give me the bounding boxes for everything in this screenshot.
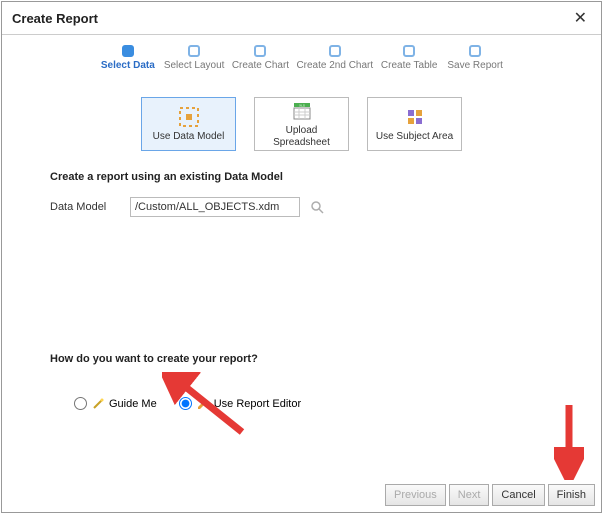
card-use-subject-area[interactable]: Use Subject Area — [367, 97, 462, 151]
data-model-section: Create a report using an existing Data M… — [2, 163, 601, 225]
step-create-table[interactable]: Create Table — [379, 45, 439, 71]
subject-area-icon — [404, 106, 426, 128]
data-model-icon — [178, 106, 200, 128]
dialog-title: Create Report — [12, 11, 98, 26]
dialog-footer: Previous Next Cancel Finish — [385, 484, 595, 506]
pencil-icon — [197, 398, 209, 410]
card-label: Use Data Model — [153, 131, 225, 143]
cancel-button[interactable]: Cancel — [492, 484, 544, 506]
radio-guide-me-input[interactable] — [74, 397, 87, 410]
radio-guide-me[interactable]: Guide Me — [74, 397, 157, 410]
data-model-input[interactable] — [130, 197, 300, 217]
close-icon[interactable]: ✕ — [570, 8, 591, 28]
radio-use-editor[interactable]: Use Report Editor — [179, 397, 301, 410]
data-model-label: Data Model — [50, 201, 120, 213]
svg-text:XLS: XLS — [299, 103, 305, 107]
card-upload-spreadsheet[interactable]: XLS Upload Spreadsheet — [254, 97, 349, 151]
next-button[interactable]: Next — [449, 484, 490, 506]
wand-icon — [92, 398, 104, 410]
spreadsheet-icon: XLS — [291, 100, 313, 122]
card-use-data-model[interactable]: Use Data Model — [141, 97, 236, 151]
source-cards: Use Data Model XLS Upload Spreadsheet Us… — [2, 79, 601, 163]
data-model-row: Data Model — [50, 197, 553, 217]
create-report-dialog: Create Report ✕ Select Data Select Layou… — [1, 1, 602, 513]
radio-label: Guide Me — [109, 398, 157, 410]
search-icon[interactable] — [310, 200, 324, 214]
finish-button[interactable]: Finish — [548, 484, 595, 506]
previous-button[interactable]: Previous — [385, 484, 446, 506]
step-select-data[interactable]: Select Data — [98, 45, 158, 71]
step-save-report[interactable]: Save Report — [445, 45, 505, 71]
section-header: Create a report using an existing Data M… — [50, 171, 553, 183]
step-create-2nd-chart[interactable]: Create 2nd Chart — [296, 45, 373, 71]
create-mode-section: How do you want to create your report? — [2, 345, 601, 387]
titlebar: Create Report ✕ — [2, 2, 601, 35]
step-select-layout[interactable]: Select Layout — [164, 45, 225, 71]
radio-label: Use Report Editor — [214, 398, 301, 410]
create-mode-radios: Guide Me Use Report Editor — [2, 387, 601, 420]
wizard-stepper: Select Data Select Layout Create Chart C… — [2, 35, 601, 79]
card-label: Use Subject Area — [376, 131, 453, 143]
question-header: How do you want to create your report? — [50, 353, 553, 365]
card-label: Upload Spreadsheet — [259, 125, 344, 149]
step-create-chart[interactable]: Create Chart — [230, 45, 290, 71]
radio-use-editor-input[interactable] — [179, 397, 192, 410]
